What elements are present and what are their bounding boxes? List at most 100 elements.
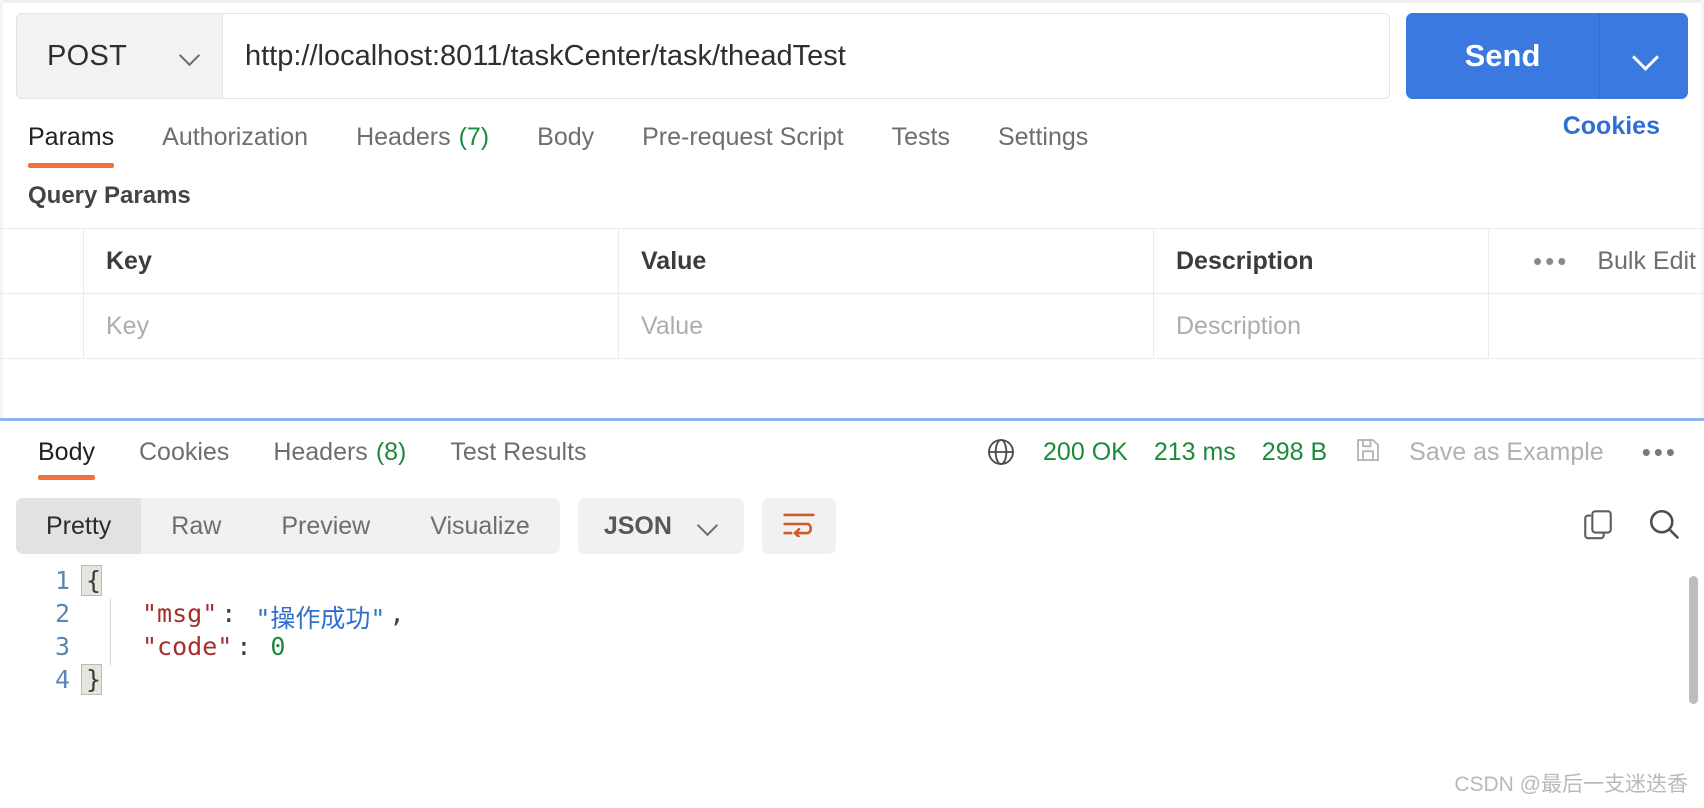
header-value: Value xyxy=(619,229,1154,293)
tab-label: Test Results xyxy=(450,437,587,466)
fold-guide xyxy=(110,599,138,632)
view-visualize[interactable]: Visualize xyxy=(400,498,560,554)
line-number: 2 xyxy=(54,599,70,628)
http-method-select[interactable]: POST xyxy=(17,14,223,98)
tab-count: (8) xyxy=(375,437,407,466)
send-options-button[interactable] xyxy=(1600,13,1688,99)
view-preview[interactable]: Preview xyxy=(251,498,400,554)
chevron-down-icon xyxy=(698,516,718,536)
body-format-select[interactable]: JSON xyxy=(577,498,744,554)
tab-label: Body xyxy=(537,122,595,151)
tab-authorization[interactable]: Authorization xyxy=(138,112,332,162)
wrap-lines-icon xyxy=(782,511,816,542)
wrap-lines-button[interactable] xyxy=(761,498,836,554)
url-bar: POST http://localhost:8011/taskCenter/ta… xyxy=(0,12,1704,100)
view-raw[interactable]: Raw xyxy=(141,498,251,554)
response-body-toolbar: Pretty Raw Preview Visualize JSON xyxy=(16,498,1688,554)
bulk-edit-button[interactable]: Bulk Edit xyxy=(1597,247,1696,276)
tab-label: Params xyxy=(28,122,115,151)
cookies-link[interactable]: Cookies xyxy=(1563,112,1676,141)
tab-label: Settings xyxy=(997,122,1089,151)
code-token-colon: : xyxy=(236,632,267,661)
tab-pre-request-script[interactable]: Pre-request Script xyxy=(618,112,867,162)
bulk-edit-group: ••• Bulk Edit xyxy=(1489,229,1704,293)
url-input-group: POST http://localhost:8011/taskCenter/ta… xyxy=(16,13,1390,99)
response-time: 213 ms xyxy=(1153,437,1236,466)
watermark: CSDN @最后一支迷迭香 xyxy=(1454,773,1688,796)
request-tabs: Params Authorization Headers (7) Body Pr… xyxy=(0,112,1704,168)
response-tab-headers[interactable]: Headers (8) xyxy=(251,428,428,476)
search-icon xyxy=(1646,506,1682,547)
top-divider xyxy=(0,0,1704,3)
tab-count: (7) xyxy=(458,122,490,151)
tab-headers[interactable]: Headers (7) xyxy=(332,112,513,162)
chevron-down-icon xyxy=(180,46,200,66)
line-number: 1 xyxy=(54,566,70,595)
line-number: 3 xyxy=(54,632,70,661)
tab-label: Cookies xyxy=(138,437,230,466)
response-tab-test-results[interactable]: Test Results xyxy=(428,428,608,476)
value-input[interactable]: Value xyxy=(619,294,1154,358)
chevron-down-icon xyxy=(1634,46,1654,66)
tab-settings[interactable]: Settings xyxy=(974,112,1112,162)
tab-label: Authorization xyxy=(162,122,309,151)
code-line: 1 { xyxy=(0,565,1704,599)
ellipsis-icon[interactable]: ••• xyxy=(1630,437,1678,468)
code-token-colon: : xyxy=(221,599,252,628)
http-method-label: POST xyxy=(47,39,128,72)
response-tab-cookies[interactable]: Cookies xyxy=(117,428,251,476)
search-button[interactable] xyxy=(1640,502,1688,550)
code-token-brace-close: } xyxy=(80,664,103,695)
view-pretty[interactable]: Pretty xyxy=(16,498,142,554)
body-view-segmented-control: Pretty Raw Preview Visualize xyxy=(16,498,560,554)
url-input[interactable]: http://localhost:8011/taskCenter/task/th… xyxy=(223,14,1389,98)
response-tabs: Body Cookies Headers (8) Test Results 20… xyxy=(0,428,1704,484)
query-params-title: Query Params xyxy=(28,182,191,209)
globe-icon[interactable] xyxy=(985,436,1017,468)
code-token-key: "msg" xyxy=(142,599,218,628)
floppy-disk-icon[interactable] xyxy=(1353,435,1383,470)
tab-label: Tests xyxy=(891,122,950,151)
save-as-example-button[interactable]: Save as Example xyxy=(1409,438,1604,467)
row-checkbox-cell[interactable] xyxy=(0,294,84,358)
copy-button[interactable] xyxy=(1574,502,1622,550)
table-header-row: Key Value Description ••• Bulk Edit xyxy=(0,228,1704,294)
tab-params[interactable]: Params xyxy=(28,112,138,168)
tab-label: Headers xyxy=(273,437,368,466)
vertical-scrollbar[interactable] xyxy=(1689,576,1698,704)
header-key: Key xyxy=(84,229,619,293)
header-description: Description xyxy=(1154,229,1489,293)
pane-splitter[interactable] xyxy=(0,418,1704,421)
code-token-number: 0 xyxy=(270,632,286,661)
send-button[interactable]: Send xyxy=(1406,13,1600,99)
code-token-brace-open: { xyxy=(80,565,103,596)
postman-request-response-pane: POST http://localhost:8011/taskCenter/ta… xyxy=(0,0,1704,808)
body-format-label: JSON xyxy=(603,511,672,540)
status-badge: 200 OK xyxy=(1043,437,1128,466)
response-body-code[interactable]: 1 { 2 "msg" : "操作成功" , 3 "code" : 0 4 } xyxy=(0,565,1704,766)
line-number: 4 xyxy=(54,665,70,694)
tab-tests[interactable]: Tests xyxy=(868,112,974,162)
fold-guide xyxy=(110,632,138,665)
code-token-comma: , xyxy=(389,599,405,628)
tab-label: Pre-request Script xyxy=(642,122,844,151)
query-params-table: Key Value Description ••• Bulk Edit Key … xyxy=(0,228,1704,359)
ellipsis-icon[interactable]: ••• xyxy=(1533,246,1569,277)
code-token-key: "code" xyxy=(142,632,233,661)
code-token-string: "操作成功" xyxy=(255,604,386,633)
key-input[interactable]: Key xyxy=(84,294,619,358)
response-size: 298 B xyxy=(1261,437,1328,466)
tab-body[interactable]: Body xyxy=(513,112,618,162)
header-select-all-cell xyxy=(0,229,84,293)
tab-label: Headers xyxy=(356,122,451,151)
code-line: 3 "code" : 0 xyxy=(0,632,1704,665)
code-line: 4 } xyxy=(0,664,1704,698)
response-tab-body[interactable]: Body xyxy=(16,428,117,480)
tab-label: Body xyxy=(38,437,95,466)
code-line: 2 "msg" : "操作成功" , xyxy=(0,599,1704,633)
description-input[interactable]: Description xyxy=(1154,294,1489,358)
copy-icon xyxy=(1581,507,1615,546)
row-trailing-cell xyxy=(1489,294,1704,358)
table-row: Key Value Description xyxy=(0,294,1704,359)
response-meta: 200 OK 213 ms 298 B Save as Example ••• xyxy=(609,428,1688,476)
